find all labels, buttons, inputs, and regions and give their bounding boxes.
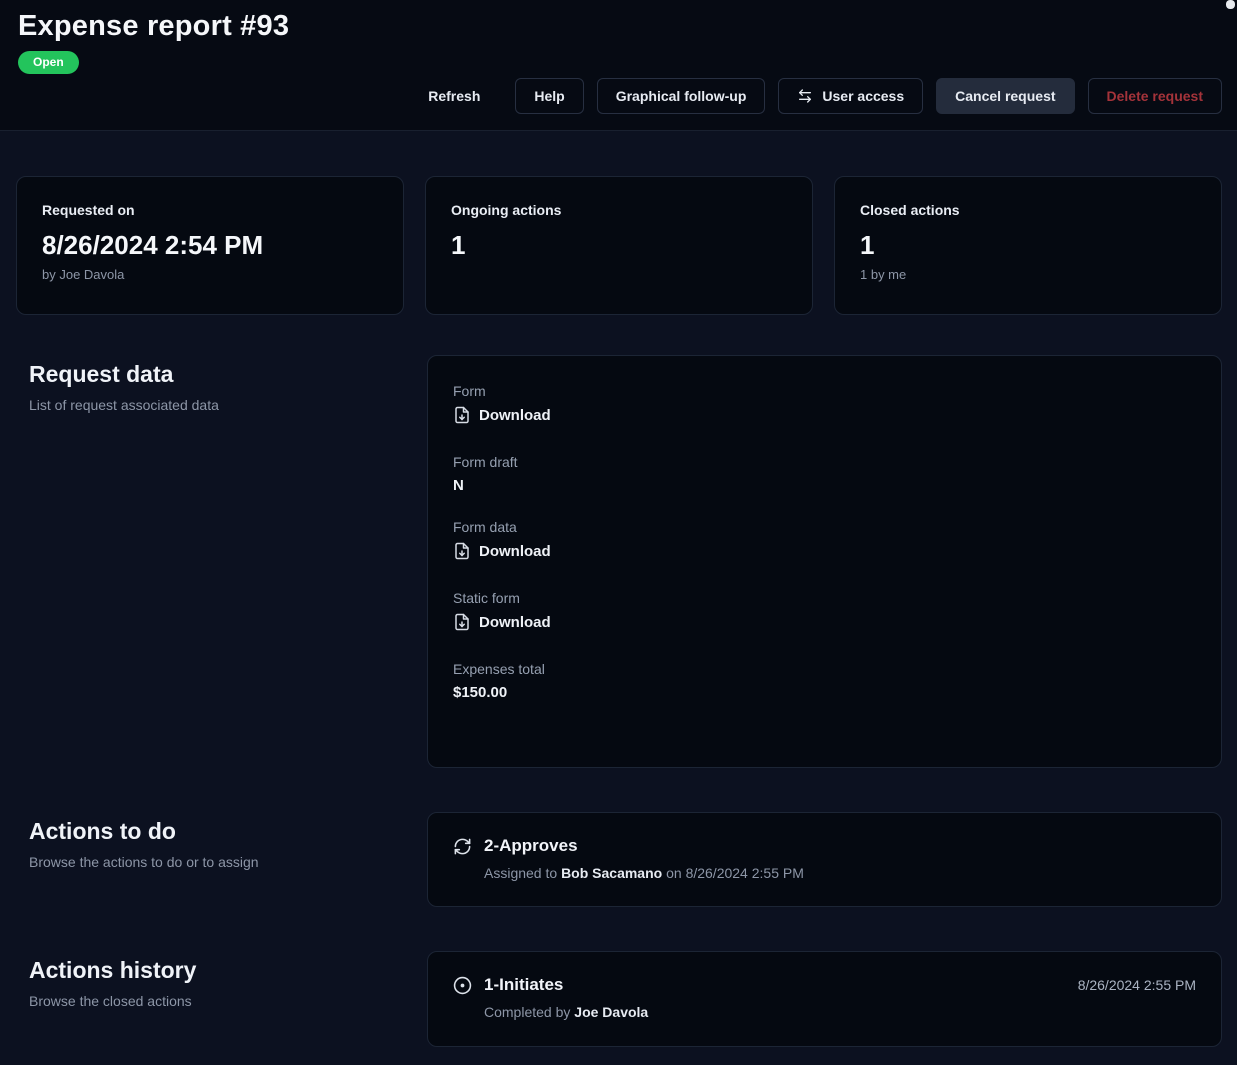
ongoing-actions-value: 1: [451, 231, 787, 261]
field-static-form: Static form Download: [453, 590, 1196, 636]
sync-icon: [453, 837, 472, 856]
history-timestamp: 8/26/2024 2:55 PM: [1078, 977, 1196, 993]
file-download-icon: [453, 613, 471, 631]
field-expenses-total-value: $150.00: [453, 684, 1196, 701]
actions-to-do-header: Actions to do Browse the actions to do o…: [16, 812, 427, 870]
delete-request-button[interactable]: Delete request: [1088, 78, 1222, 114]
form-download-label: Download: [479, 407, 551, 424]
file-download-icon: [453, 542, 471, 560]
requested-on-value: 8/26/2024 2:54 PM: [42, 231, 378, 261]
form-data-download-link[interactable]: Download: [453, 542, 551, 560]
completed-by-name: Joe Davola: [574, 1004, 648, 1020]
completed-prefix: Completed by: [484, 1004, 570, 1020]
actions-to-do-heading: Actions to do: [29, 818, 427, 845]
field-form-label: Form: [453, 383, 1196, 399]
static-form-download-link[interactable]: Download: [453, 613, 551, 631]
closed-actions-label: Closed actions: [860, 202, 1196, 218]
main-content: Requested on 8/26/2024 2:54 PM by Joe Da…: [0, 176, 1237, 1047]
file-download-icon: [453, 406, 471, 424]
closed-actions-sub: 1 by me: [860, 267, 1196, 282]
field-form-draft-value: N: [453, 477, 1196, 494]
help-button[interactable]: Help: [515, 78, 583, 114]
user-access-label: User access: [822, 88, 904, 104]
closed-actions-card: Closed actions 1 1 by me: [834, 176, 1222, 315]
form-data-download-label: Download: [479, 543, 551, 560]
action-to-do-item[interactable]: 2-Approves Assigned to Bob Sacamano on 8…: [427, 812, 1222, 907]
swap-arrows-icon: [797, 88, 813, 104]
user-access-button[interactable]: User access: [778, 78, 923, 114]
ongoing-actions-card: Ongoing actions 1: [425, 176, 813, 315]
actions-history-heading: Actions history: [29, 957, 427, 984]
ongoing-actions-label: Ongoing actions: [451, 202, 787, 218]
actions-history-subtitle: Browse the closed actions: [29, 993, 427, 1009]
field-form-draft-label: Form draft: [453, 454, 1196, 470]
actions-to-do-subtitle: Browse the actions to do or to assign: [29, 854, 427, 870]
page-title: Expense report #93: [18, 8, 1222, 44]
request-data-subtitle: List of request associated data: [29, 397, 427, 413]
action-title-row: 2-Approves: [453, 836, 1196, 856]
refresh-button[interactable]: Refresh: [406, 78, 502, 114]
stats-row: Requested on 8/26/2024 2:54 PM by Joe Da…: [16, 176, 1222, 315]
action-title: 2-Approves: [484, 836, 578, 856]
field-form-draft: Form draft N: [453, 454, 1196, 494]
field-form-data: Form data Download: [453, 519, 1196, 565]
request-data-section: Request data List of request associated …: [16, 355, 1222, 768]
requested-on-card: Requested on 8/26/2024 2:54 PM by Joe Da…: [16, 176, 404, 315]
history-title: 1-Initiates: [484, 975, 563, 995]
requested-on-by: by Joe Davola: [42, 267, 378, 282]
status-badge: Open: [18, 51, 79, 74]
history-completed-by: Completed by Joe Davola: [484, 1004, 1196, 1020]
request-data-heading: Request data: [29, 361, 427, 388]
field-expenses-total-label: Expenses total: [453, 661, 1196, 677]
form-download-link[interactable]: Download: [453, 406, 551, 424]
on-word: on: [666, 865, 682, 881]
field-expenses-total: Expenses total $150.00: [453, 661, 1196, 701]
action-history-item[interactable]: 1-Initiates 8/26/2024 2:55 PM Completed …: [427, 951, 1222, 1047]
toolbar: Refresh Help Graphical follow-up User ac…: [18, 78, 1222, 114]
field-form: Form Download: [453, 383, 1196, 429]
history-title-row: 1-Initiates 8/26/2024 2:55 PM: [453, 975, 1196, 995]
closed-actions-value: 1: [860, 231, 1196, 261]
scrollbar-thumb[interactable]: [1226, 0, 1235, 9]
cancel-request-button[interactable]: Cancel request: [936, 78, 1074, 114]
assigned-prefix: Assigned to: [484, 865, 557, 881]
graphical-follow-up-button[interactable]: Graphical follow-up: [597, 78, 766, 114]
request-data-card: Form Download Form draft N Form data: [427, 355, 1222, 768]
requested-on-label: Requested on: [42, 202, 378, 218]
field-static-form-label: Static form: [453, 590, 1196, 606]
actions-history-header: Actions history Browse the closed action…: [16, 951, 427, 1009]
circle-dot-icon: [453, 976, 472, 995]
assigned-datetime: 8/26/2024 2:55 PM: [686, 865, 804, 881]
action-assignment: Assigned to Bob Sacamano on 8/26/2024 2:…: [484, 865, 1196, 881]
actions-to-do-section: Actions to do Browse the actions to do o…: [16, 812, 1222, 907]
assignee-name: Bob Sacamano: [561, 865, 662, 881]
actions-history-section: Actions history Browse the closed action…: [16, 951, 1222, 1047]
request-data-header: Request data List of request associated …: [16, 355, 427, 413]
page-header: Expense report #93 Open Refresh Help Gra…: [0, 0, 1237, 131]
static-form-download-label: Download: [479, 614, 551, 631]
field-form-data-label: Form data: [453, 519, 1196, 535]
